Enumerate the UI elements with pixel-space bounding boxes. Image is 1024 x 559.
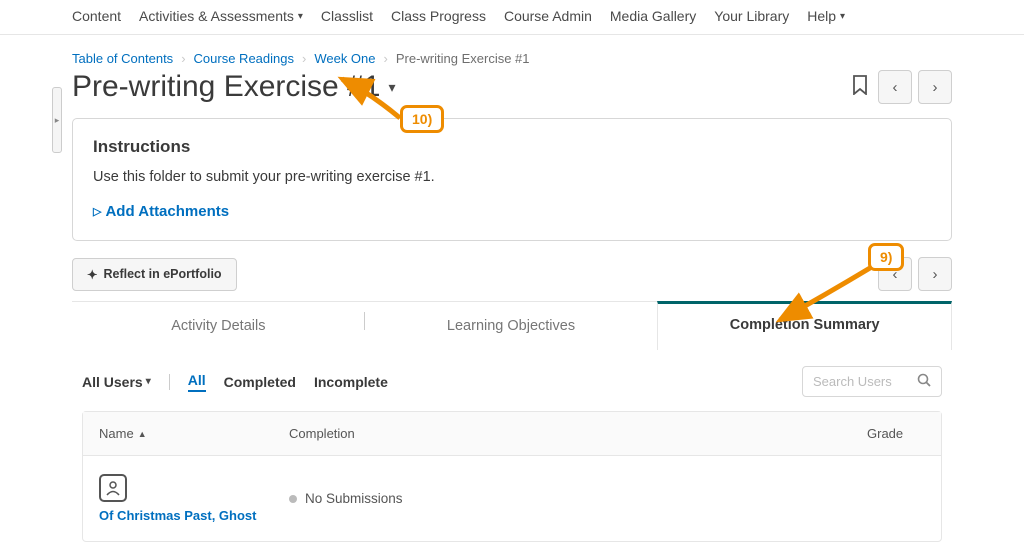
table-header: Name ▲ Completion Grade xyxy=(83,412,941,456)
annotation-arrow xyxy=(770,260,880,330)
chevron-down-icon: ▾ xyxy=(840,11,845,22)
avatar-icon xyxy=(99,474,127,502)
th-grade: Grade xyxy=(851,412,941,455)
student-link[interactable]: Of Christmas Past, Ghost xyxy=(99,508,256,523)
nav-classlist[interactable]: Classlist xyxy=(321,8,373,24)
table-row: Of Christmas Past, Ghost No Submissions xyxy=(83,456,941,541)
breadcrumb-sep: › xyxy=(384,51,388,66)
nav-your-library[interactable]: Your Library xyxy=(714,8,789,24)
th-name[interactable]: Name ▲ xyxy=(83,412,273,455)
breadcrumb: Table of Contents › Course Readings › We… xyxy=(72,45,952,68)
filter-row: All Users ▾ All Completed Incomplete Sea… xyxy=(72,350,952,411)
instructions-heading: Instructions xyxy=(93,137,931,157)
divider xyxy=(169,374,170,390)
callout-9: 9) xyxy=(868,243,904,271)
sidebar-expand-handle[interactable] xyxy=(52,87,62,153)
add-attachments-button[interactable]: ▷ Add Attachments xyxy=(93,203,931,220)
breadcrumb-course-readings[interactable]: Course Readings xyxy=(194,51,294,66)
chevron-down-icon: ▾ xyxy=(298,11,303,22)
breadcrumb-sep: › xyxy=(302,51,306,66)
next-topic-button[interactable]: › xyxy=(918,70,952,104)
chevron-down-icon: ▾ xyxy=(146,376,151,387)
nav-media-gallery[interactable]: Media Gallery xyxy=(610,8,696,24)
nav-content[interactable]: Content xyxy=(72,8,121,24)
status-dot-icon xyxy=(289,495,297,503)
title-row: Pre-writing Exercise #1 ▾ ‹ › xyxy=(72,68,952,118)
nav-class-progress[interactable]: Class Progress xyxy=(391,8,486,24)
filter-completed[interactable]: Completed xyxy=(224,374,296,390)
all-users-dropdown[interactable]: All Users ▾ xyxy=(82,374,151,390)
cell-name: Of Christmas Past, Ghost xyxy=(99,474,289,523)
instructions-card: Instructions Use this folder to submit y… xyxy=(72,118,952,241)
instructions-body: Use this folder to submit your pre-writi… xyxy=(93,169,931,185)
filter-incomplete[interactable]: Incomplete xyxy=(314,374,388,390)
tab-learning-objectives[interactable]: Learning Objectives xyxy=(365,302,658,350)
cell-completion: No Submissions xyxy=(289,491,835,506)
th-completion: Completion xyxy=(273,412,851,455)
reflect-eportfolio-button[interactable]: ✦ Reflect in ePortfolio xyxy=(72,258,237,291)
annotation-arrow xyxy=(330,73,410,133)
nav-activities[interactable]: Activities & Assessments▾ xyxy=(139,8,303,24)
main-content: Table of Contents › Course Readings › We… xyxy=(0,35,1024,542)
filter-all[interactable]: All xyxy=(188,372,206,392)
search-placeholder: Search Users xyxy=(813,374,892,389)
prev-topic-button[interactable]: ‹ xyxy=(878,70,912,104)
callout-10: 10) xyxy=(400,105,444,133)
completion-table: Name ▲ Completion Grade Of Christmas Pas… xyxy=(82,411,942,542)
tab-activity-details[interactable]: Activity Details xyxy=(72,302,365,350)
breadcrumb-current: Pre-writing Exercise #1 xyxy=(396,51,530,66)
breadcrumb-week-one[interactable]: Week One xyxy=(314,51,375,66)
breadcrumb-sep: › xyxy=(181,51,185,66)
triangle-right-icon: ▷ xyxy=(93,205,101,218)
sort-asc-icon: ▲ xyxy=(138,429,147,439)
top-nav: Content Activities & Assessments▾ Classl… xyxy=(0,0,1024,35)
search-users-input[interactable]: Search Users xyxy=(802,366,942,397)
nav-help[interactable]: Help▾ xyxy=(807,8,845,24)
next-activity-button[interactable]: › xyxy=(918,257,952,291)
bookmark-icon[interactable] xyxy=(852,75,868,100)
nav-course-admin[interactable]: Course Admin xyxy=(504,8,592,24)
search-icon xyxy=(917,373,931,390)
title-actions: ‹ › xyxy=(852,70,952,104)
breadcrumb-toc[interactable]: Table of Contents xyxy=(72,51,173,66)
reflect-icon: ✦ xyxy=(87,267,97,282)
